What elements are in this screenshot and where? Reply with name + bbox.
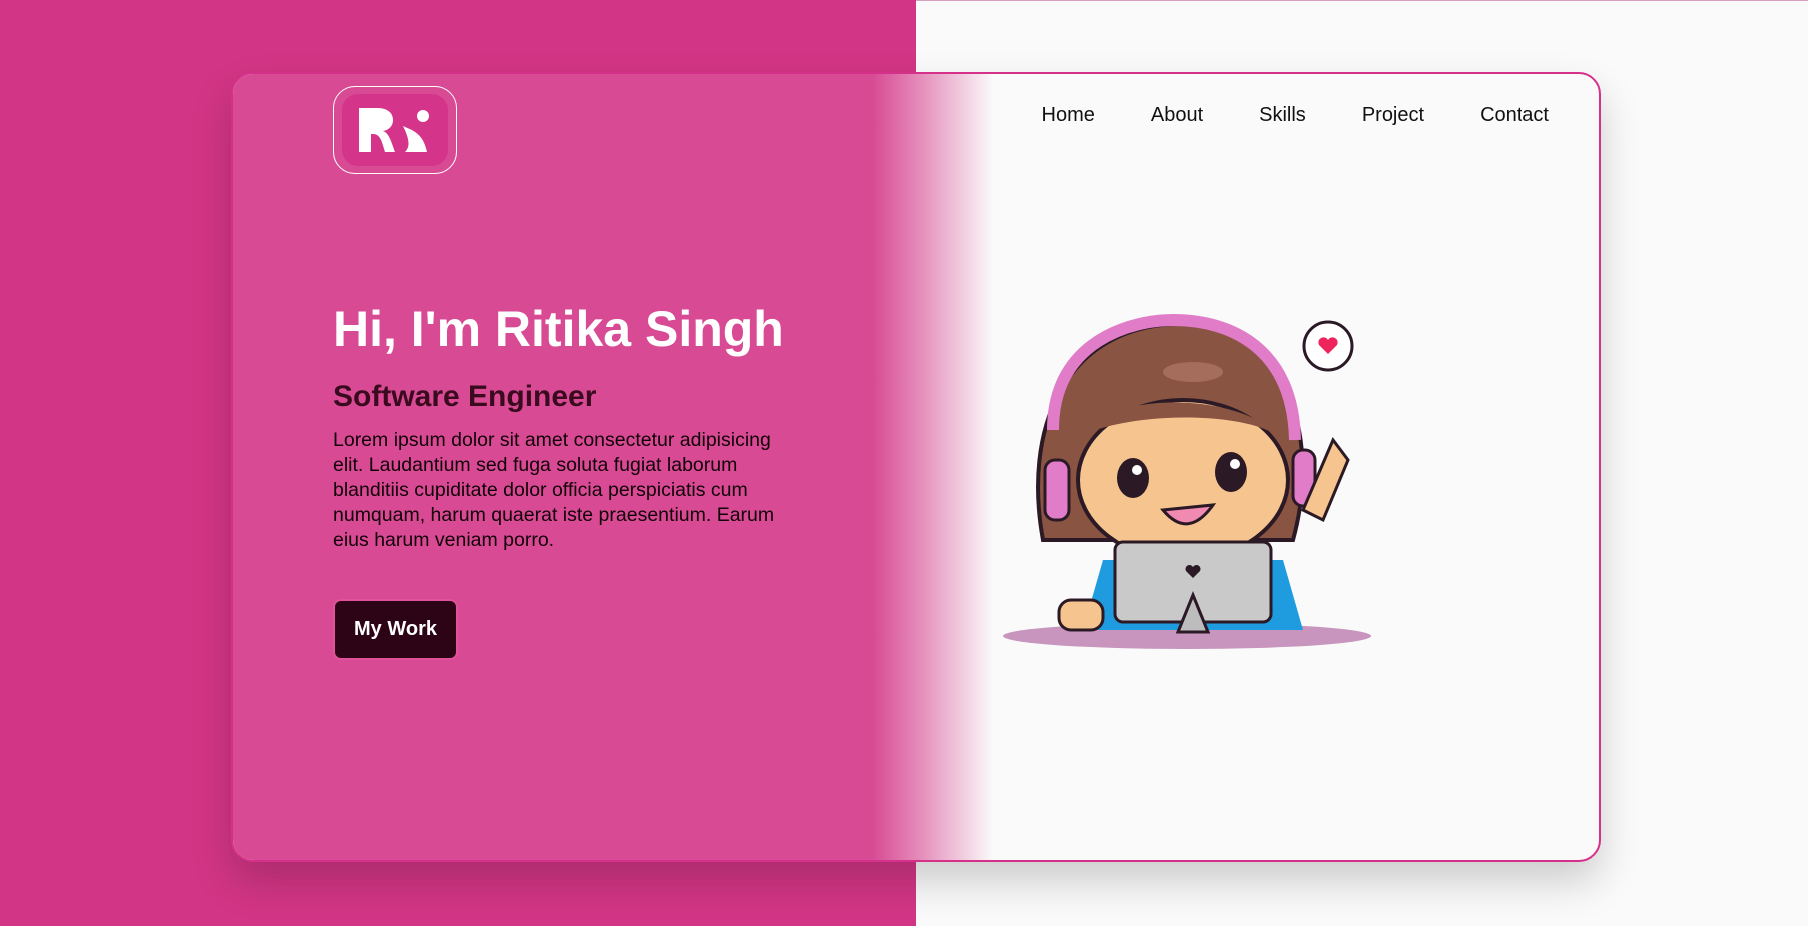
logo[interactable] [333,86,457,174]
my-work-button[interactable]: My Work [333,599,458,660]
nav-project[interactable]: Project [1362,104,1424,127]
developer-illustration [1003,313,1371,649]
hero-role: Software Engineer [333,380,597,413]
hero-description: Lorem ipsum dolor sit amet consectetur a… [333,429,775,551]
nav-about[interactable]: About [1151,104,1203,127]
logo-mark [342,94,448,166]
hero-content: Hi, I'm Ritika Singh Software Engineer L… [333,300,793,660]
divider [916,0,1808,1]
main-nav: Home About Skills Project Contact [1042,104,1549,127]
nav-contact[interactable]: Contact [1480,104,1549,127]
hero-title: Hi, I'm Ritika Singh [333,301,784,357]
hero-card: Home About Skills Project Contact Hi, I'… [231,72,1601,862]
nav-skills[interactable]: Skills [1259,104,1306,127]
nav-home[interactable]: Home [1042,104,1095,127]
